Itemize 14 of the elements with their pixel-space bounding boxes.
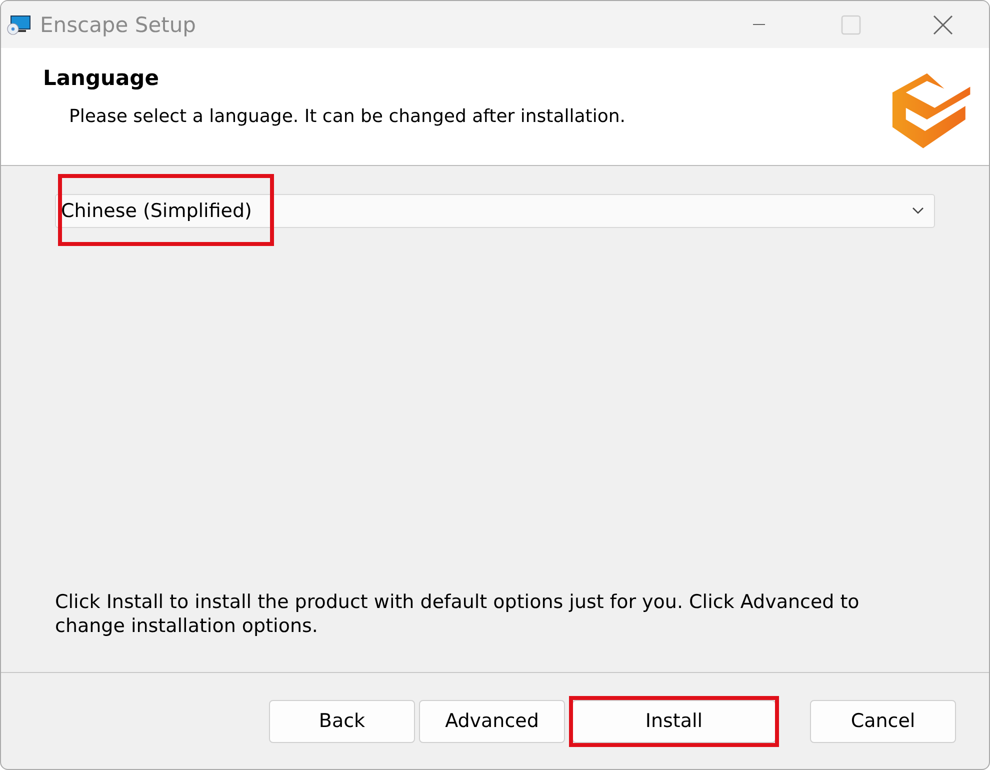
monitor-disc-icon — [7, 14, 31, 34]
chevron-down-icon — [912, 207, 924, 215]
window-title: Enscape Setup — [40, 12, 196, 36]
language-dropdown[interactable]: Chinese (Simplified) — [55, 194, 935, 228]
dialog-button[interactable]: Back — [269, 700, 415, 742]
page-title: Language — [43, 66, 160, 90]
minimize-icon — [753, 24, 765, 26]
dialog-button[interactable]: Advanced — [419, 700, 565, 742]
close-icon — [933, 14, 953, 34]
description-text: Click Install to install the product with default options just for you. Click Advanced to change installation options. — [55, 590, 860, 638]
dialog-button[interactable]: Install — [572, 700, 776, 742]
dialog-button[interactable]: Cancel — [810, 700, 956, 742]
page-subtitle: Please select a language. It can be changed after installation. — [69, 106, 626, 127]
dropdown-value: Chinese (Simplified) — [61, 200, 252, 222]
